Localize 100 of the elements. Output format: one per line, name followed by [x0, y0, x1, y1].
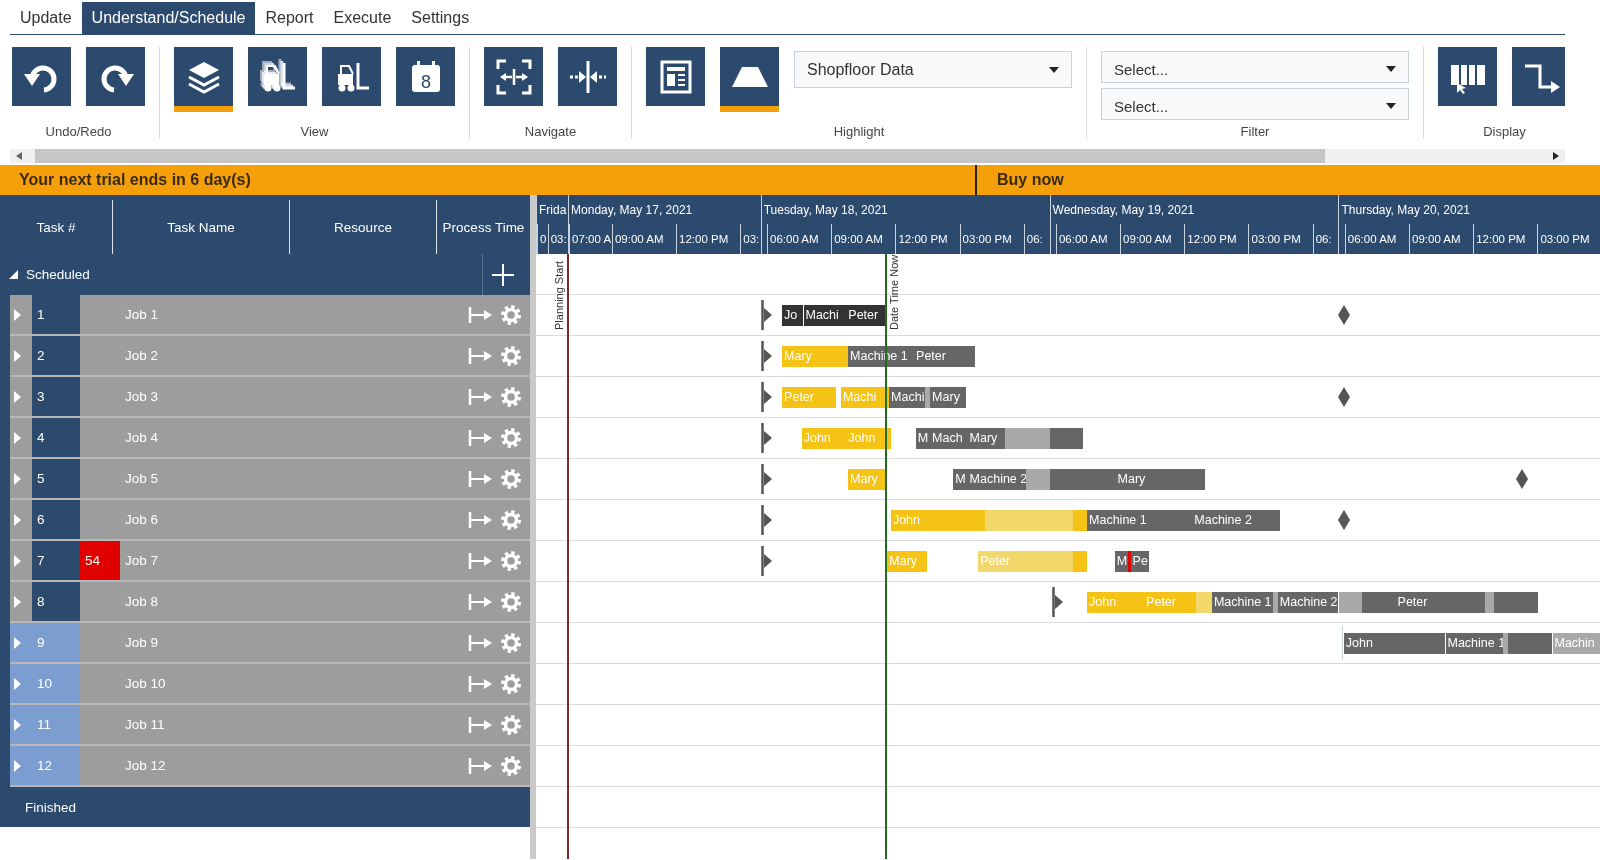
task-bar[interactable]: M	[1114, 551, 1129, 572]
task-name-cell-text: Job 9	[124, 635, 160, 650]
task-bar[interactable]	[1502, 633, 1508, 654]
settings-icon[interactable]	[499, 466, 523, 491]
time-marker-label: Planning Start	[553, 260, 567, 330]
settings-icon[interactable]	[499, 589, 523, 614]
settings-icon[interactable]	[499, 302, 523, 327]
task-number-cell: 2	[32, 336, 80, 375]
time-header: 06:00 AM	[1055, 224, 1121, 254]
table-row[interactable]: 8 Job 8	[10, 582, 530, 623]
alert-badge: 54	[80, 541, 120, 580]
expand-icon[interactable]	[9, 270, 18, 279]
task-name-cell-text: Job 5	[124, 471, 160, 486]
shift-right-icon[interactable]	[468, 673, 492, 694]
task-bar[interactable]: Mach	[930, 428, 968, 449]
time-header: 03:00 PM	[1248, 224, 1313, 254]
time-marker-label: Date Time Now	[887, 254, 901, 330]
task-bar[interactable]: Mary	[1115, 469, 1205, 490]
time-header: 03:	[740, 224, 762, 254]
table-row[interactable]: 5 Job 5	[10, 459, 530, 500]
settings-icon[interactable]	[499, 384, 523, 409]
settings-icon[interactable]	[499, 630, 523, 655]
time-header: 06:00 AM	[1344, 224, 1409, 254]
task-bar[interactable]: Machine 2	[1277, 592, 1339, 613]
task-bar[interactable]: Machi	[889, 387, 925, 408]
task-number-cell: 3	[32, 377, 80, 416]
task-name-cell-text: Job 4	[124, 430, 160, 445]
task-bar[interactable]: M	[915, 428, 931, 449]
shift-right-icon[interactable]	[468, 304, 492, 325]
settings-icon[interactable]	[499, 671, 523, 696]
dropdown[interactable]: Select...	[1101, 51, 1409, 83]
task-bar[interactable]: Machine 1	[1211, 592, 1273, 613]
time-header: 09:00 AM	[1409, 224, 1474, 254]
task-bar[interactable]: Peter	[1395, 592, 1485, 613]
task-bar[interactable]	[1049, 428, 1084, 449]
task-bar[interactable]	[1507, 633, 1553, 654]
tab[interactable]: Report	[255, 2, 324, 34]
tab[interactable]: Settings	[401, 2, 480, 34]
task-bar[interactable]	[1338, 592, 1362, 613]
shift-right-icon[interactable]	[468, 345, 492, 366]
time-header: 03:00 PM	[959, 224, 1024, 254]
toolbar-button[interactable]	[720, 47, 779, 112]
task-bar[interactable]	[924, 387, 931, 408]
date-header: Tuesday, May 18, 2021	[762, 201, 889, 219]
task-bar[interactable]: Machine 1	[848, 346, 915, 367]
group-row[interactable]: Scheduled	[0, 254, 530, 295]
toolbar-button[interactable]	[174, 47, 233, 112]
scroll-right-icon[interactable]	[1553, 152, 1559, 160]
dropdown[interactable]: Select...	[1101, 88, 1409, 120]
task-bar[interactable]: Peter	[914, 346, 975, 367]
shift-right-icon[interactable]	[468, 509, 492, 530]
task-bar[interactable]: Machine 2	[1192, 510, 1280, 531]
column-header[interactable]: Process Time	[437, 200, 530, 254]
time-header: 09:00 AM	[1120, 224, 1185, 254]
settings-icon[interactable]	[499, 425, 523, 450]
plus-icon	[491, 263, 514, 286]
group-label: Filter	[1240, 124, 1270, 139]
tab[interactable]: Update	[10, 2, 82, 34]
shift-right-icon[interactable]	[468, 591, 492, 612]
settings-icon[interactable]	[499, 753, 523, 778]
settings-icon[interactable]	[499, 712, 523, 737]
scrollbar[interactable]	[10, 149, 1565, 163]
table-row[interactable]: 2 Job 2	[10, 336, 530, 377]
group-label: View	[300, 124, 329, 139]
task-bar[interactable]: Mary	[967, 428, 1005, 449]
scroll-left-icon[interactable]	[16, 152, 22, 160]
settings-icon[interactable]	[499, 343, 523, 368]
task-bar[interactable]	[1484, 592, 1494, 613]
shift-right-icon[interactable]	[468, 386, 492, 407]
settings-icon[interactable]	[499, 548, 523, 573]
dropdown[interactable]: Shopfloor Data	[794, 51, 1072, 88]
task-name-cell-text: Job 6	[124, 512, 160, 527]
task-bar[interactable]: Peter	[846, 305, 888, 326]
task-bar[interactable]: Jo	[782, 305, 804, 326]
scroll-thumb[interactable]	[35, 149, 1325, 163]
time-header: 12:00 PM	[1473, 224, 1538, 254]
shift-right-icon[interactable]	[468, 714, 492, 735]
task-bar[interactable]: John	[1343, 633, 1446, 654]
task-bar[interactable]: Machine 1	[1087, 510, 1193, 531]
shift-right-icon[interactable]	[468, 632, 492, 653]
tab[interactable]: Understand/Schedule	[81, 2, 256, 34]
task-bar[interactable]: Mary	[930, 387, 966, 408]
task-bar[interactable]	[1361, 592, 1396, 613]
table-row[interactable]: 7 54 Job 7	[10, 541, 530, 582]
shift-right-icon[interactable]	[468, 755, 492, 776]
settings-icon[interactable]	[499, 507, 523, 532]
table-row[interactable]: 1 Job 1	[10, 295, 530, 336]
task-bar[interactable]: Machi	[803, 305, 847, 326]
task-bar[interactable]	[1493, 592, 1539, 613]
task-bar[interactable]: M	[953, 469, 968, 490]
shift-right-icon[interactable]	[468, 550, 492, 571]
table-row[interactable]: 3 Job 3	[10, 377, 530, 418]
tab[interactable]: Execute	[323, 2, 402, 34]
shift-right-icon[interactable]	[468, 468, 492, 489]
table-row[interactable]: 6 Job 6	[10, 500, 530, 541]
table-row[interactable]: 4 Job 4	[10, 418, 530, 459]
buy-now-link[interactable]: Buy now	[977, 171, 1064, 189]
shift-right-icon[interactable]	[468, 427, 492, 448]
task-name-cell-text: Job 11	[124, 717, 166, 732]
task-bar[interactable]	[1272, 592, 1278, 613]
